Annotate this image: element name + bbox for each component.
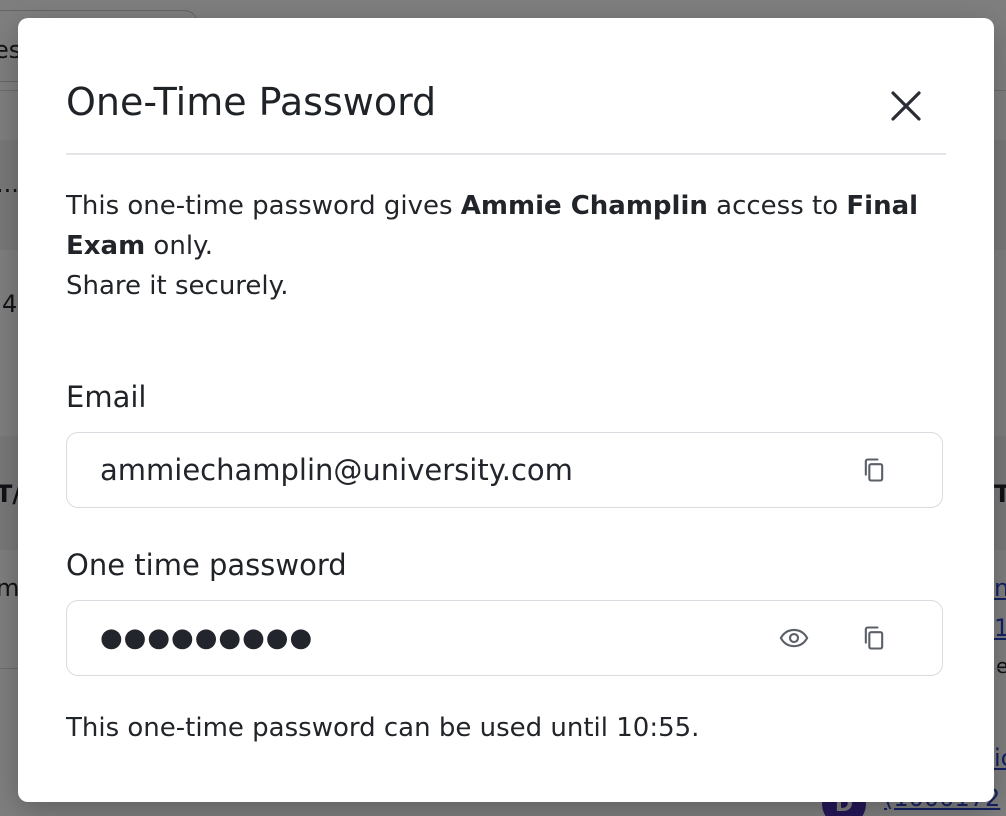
copy-icon xyxy=(864,458,884,482)
copy-password-button[interactable] xyxy=(856,620,892,656)
close-icon xyxy=(891,91,921,121)
password-field: ●●●●●●●●● xyxy=(66,600,943,676)
dialog-header: One-Time Password xyxy=(66,76,946,155)
student-name: Ammie Champlin xyxy=(460,191,708,221)
email-label: Email xyxy=(66,380,147,414)
email-value: ammiechamplin@university.com xyxy=(100,453,573,487)
email-field: ammiechamplin@university.com xyxy=(66,432,943,508)
dialog-description: This one-time password gives Ammie Champ… xyxy=(66,186,946,306)
description-text: only. xyxy=(145,231,213,261)
description-text: access to xyxy=(707,191,847,221)
one-time-password-dialog: One-Time Password This one-time password… xyxy=(18,18,994,802)
share-securely-text: Share it securely. xyxy=(66,271,289,301)
close-button[interactable] xyxy=(886,86,926,126)
copy-email-button[interactable] xyxy=(856,452,892,488)
expiry-text: This one-time password can be used until… xyxy=(66,713,700,743)
dialog-body: This one-time password gives Ammie Champ… xyxy=(66,186,946,743)
show-password-button[interactable] xyxy=(776,620,812,656)
copy-icon xyxy=(864,626,884,650)
password-label: One time password xyxy=(66,548,347,582)
description-text: This one-time password gives xyxy=(66,191,461,221)
password-value: ●●●●●●●●● xyxy=(100,623,314,653)
eye-icon xyxy=(779,628,809,648)
dialog-title: One-Time Password xyxy=(66,80,437,124)
